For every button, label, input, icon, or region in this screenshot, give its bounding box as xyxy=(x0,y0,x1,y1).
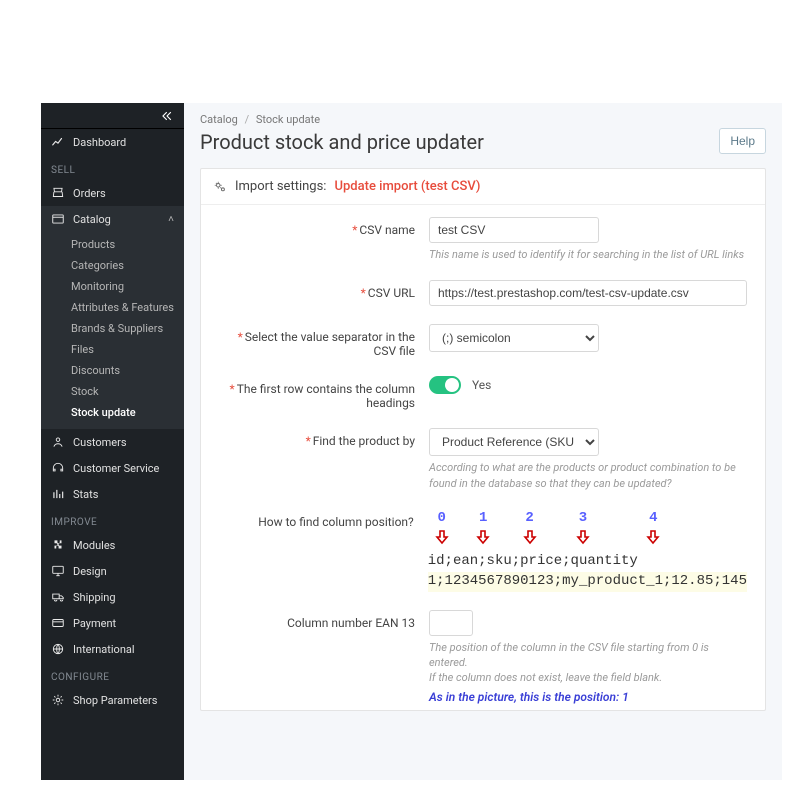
label-ean: Column number EAN 13 xyxy=(219,610,429,630)
gear-icon xyxy=(51,693,65,707)
ean-position-note: As in the picture, this is the position:… xyxy=(429,690,747,704)
sidebar-item-design[interactable]: Design xyxy=(41,558,184,584)
sidebar-item-catalog[interactable]: Catalog ˄ xyxy=(41,206,184,232)
sidebar-section-sell: SELL xyxy=(41,155,184,180)
sidebar-item-label: Catalog xyxy=(73,213,111,226)
sidebar-item-stats[interactable]: Stats xyxy=(41,481,184,507)
sidebar-item-orders[interactable]: Orders xyxy=(41,180,184,206)
truck-icon xyxy=(51,590,65,604)
column-position-example: 0 1 2 3 4 xyxy=(428,509,747,591)
subnav-brands[interactable]: Brands & Suppliers xyxy=(41,318,184,339)
label-separator: *Select the value separator in the CSV f… xyxy=(219,324,429,358)
import-settings-panel: Import settings: Update import (test CSV… xyxy=(200,168,766,711)
subnav-monitoring[interactable]: Monitoring xyxy=(41,276,184,297)
stats-icon xyxy=(51,487,65,501)
puzzle-icon xyxy=(51,538,65,552)
subnav-attributes[interactable]: Attributes & Features xyxy=(41,297,184,318)
monitor-icon xyxy=(51,564,65,578)
sidebar-item-international[interactable]: International xyxy=(41,636,184,662)
sidebar-item-label: Shipping xyxy=(73,591,116,604)
example-data-row: 1;1234567890123;my_product_1;12.85;145 xyxy=(428,572,747,592)
sidebar: Dashboard SELL Orders Catalog ˄ Products… xyxy=(41,103,184,780)
breadcrumb-a[interactable]: Catalog xyxy=(200,113,238,126)
sidebar-collapse[interactable] xyxy=(41,103,184,129)
hint-ean-1: The position of the column in the CSV fi… xyxy=(429,640,747,671)
subnav-discounts[interactable]: Discounts xyxy=(41,360,184,381)
first-row-value: Yes xyxy=(472,378,491,392)
catalog-submenu: Products Categories Monitoring Attribute… xyxy=(41,232,184,429)
csv-url-input[interactable] xyxy=(429,280,747,306)
sidebar-item-shipping[interactable]: Shipping xyxy=(41,584,184,610)
hint-csv-name: This name is used to identify it for sea… xyxy=(429,247,747,262)
sidebar-item-label: Design xyxy=(73,565,107,578)
sidebar-item-label: Orders xyxy=(73,187,106,200)
sidebar-item-dashboard[interactable]: Dashboard xyxy=(41,129,184,155)
sidebar-item-payment[interactable]: Payment xyxy=(41,610,184,636)
chevron-double-left-icon xyxy=(160,109,174,123)
label-csv-url: *CSV URL xyxy=(219,280,429,300)
sidebar-item-label: Dashboard xyxy=(73,136,126,149)
label-first-row: *The first row contains the column headi… xyxy=(219,376,429,410)
ean-column-input[interactable] xyxy=(429,610,473,636)
first-row-toggle[interactable] xyxy=(429,376,461,394)
main-content: Catalog / Stock update Product stock and… xyxy=(184,103,782,780)
hint-find-by: According to what are the products or pr… xyxy=(429,460,747,491)
headset-icon xyxy=(51,461,65,475)
sidebar-item-label: Customer Service xyxy=(73,462,159,475)
hint-ean-2: If the column does not exist, leave the … xyxy=(429,670,747,685)
help-button[interactable]: Help xyxy=(719,128,766,154)
example-header-row: id;ean;sku;price;quantity xyxy=(428,552,747,572)
sidebar-item-customers[interactable]: Customers xyxy=(41,429,184,455)
sidebar-item-customer-service[interactable]: Customer Service xyxy=(41,455,184,481)
sidebar-item-label: Modules xyxy=(73,539,115,552)
sidebar-item-label: Payment xyxy=(73,617,116,630)
sidebar-item-label: Stats xyxy=(73,488,98,501)
breadcrumb: Catalog / Stock update xyxy=(200,113,766,126)
sidebar-section-configure: CONFIGURE xyxy=(41,662,184,687)
sidebar-item-modules[interactable]: Modules xyxy=(41,532,184,558)
catalog-icon xyxy=(51,212,65,226)
page-title: Product stock and price updater xyxy=(200,130,484,154)
panel-title-lead: Import settings: xyxy=(235,179,326,194)
credit-card-icon xyxy=(51,616,65,630)
label-column-position: How to find column position? xyxy=(219,509,428,529)
globe-icon xyxy=(51,642,65,656)
sidebar-item-label: Customers xyxy=(73,436,127,449)
person-icon xyxy=(51,435,65,449)
csv-name-input[interactable] xyxy=(429,217,599,243)
subnav-categories[interactable]: Categories xyxy=(41,255,184,276)
subnav-stock-update[interactable]: Stock update xyxy=(41,402,184,423)
gears-icon xyxy=(213,180,227,194)
label-find-by: *Find the product by xyxy=(219,428,429,448)
sidebar-section-improve: IMPROVE xyxy=(41,507,184,532)
panel-title-tag: Update import (test CSV) xyxy=(334,179,480,194)
chart-line-icon xyxy=(51,135,65,149)
orders-icon xyxy=(51,186,65,200)
breadcrumb-sep: / xyxy=(245,113,250,126)
subnav-products[interactable]: Products xyxy=(41,234,184,255)
sidebar-item-shop-parameters[interactable]: Shop Parameters xyxy=(41,687,184,713)
subnav-files[interactable]: Files xyxy=(41,339,184,360)
sidebar-item-label: Shop Parameters xyxy=(73,694,157,707)
label-csv-name: *CSV name xyxy=(219,217,429,237)
breadcrumb-b: Stock update xyxy=(256,113,320,126)
separator-select[interactable]: (;) semicolon xyxy=(429,324,599,352)
chevron-up-icon: ˄ xyxy=(168,214,174,225)
subnav-stock[interactable]: Stock xyxy=(41,381,184,402)
find-by-select[interactable]: Product Reference (SKU) xyxy=(429,428,599,456)
sidebar-item-label: International xyxy=(73,643,135,656)
